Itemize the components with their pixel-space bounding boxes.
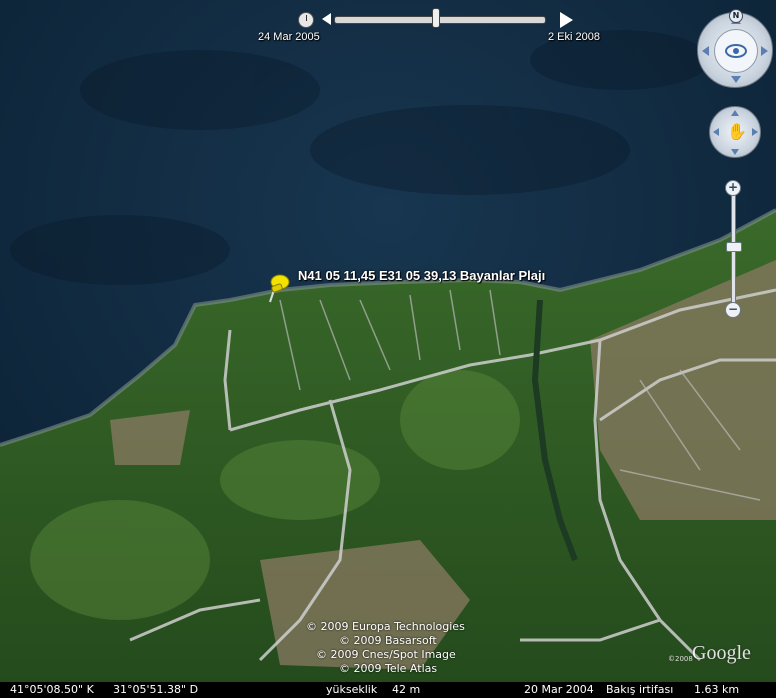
move-left-arrow-icon[interactable]: [713, 128, 719, 136]
map-viewport[interactable]: 24 Mar 2005 2 Eki 2008 N ✋ + − N41 05 11…: [0, 0, 776, 698]
copyright-line: © 2009 Tele Atlas: [339, 662, 438, 675]
eye-altitude-label: Bakış irtifası: [606, 683, 674, 696]
status-bar: 41°05'08.50" K 31°05'51.38" D yükseklik …: [0, 682, 776, 698]
copyright-line: © 2009 Cnes/Spot Image: [316, 648, 456, 661]
google-logo: Google: [692, 642, 751, 664]
logo-copyright: ©2008: [668, 655, 693, 663]
play-icon[interactable]: [560, 12, 573, 28]
clock-icon[interactable]: [298, 12, 314, 28]
time-start-label: 24 Mar 2005: [258, 31, 320, 43]
time-slider-handle[interactable]: [432, 8, 440, 28]
move-right-arrow-icon[interactable]: [752, 128, 758, 136]
eye-icon: [725, 44, 747, 58]
move-up-arrow-icon[interactable]: [731, 110, 739, 116]
satellite-imagery[interactable]: [0, 0, 776, 698]
eye-altitude-value: 1.63 km: [694, 683, 740, 696]
look-down-arrow-icon[interactable]: [731, 76, 741, 83]
move-down-arrow-icon[interactable]: [731, 149, 739, 155]
hand-icon: ✋: [727, 122, 747, 141]
north-button[interactable]: N: [729, 9, 743, 23]
time-slider-track[interactable]: [334, 16, 546, 24]
zoom-out-icon[interactable]: −: [725, 302, 741, 318]
look-center[interactable]: [714, 29, 758, 73]
look-left-arrow-icon[interactable]: [702, 46, 709, 56]
copyright-line: © 2009 Basarsoft: [339, 634, 437, 647]
imagery-date: 20 Mar 2004: [524, 683, 594, 696]
step-back-icon[interactable]: [322, 13, 331, 25]
elevation-value: 42 m: [392, 683, 421, 696]
look-control[interactable]: [697, 12, 773, 88]
zoom-slider-handle[interactable]: [726, 242, 742, 252]
time-end-label: 2 Eki 2008: [548, 31, 600, 43]
elevation-label: yükseklik: [326, 683, 378, 696]
look-right-arrow-icon[interactable]: [761, 46, 768, 56]
longitude-readout: 31°05'51.38" D: [113, 683, 199, 696]
latitude-readout: 41°05'08.50" K: [10, 683, 94, 696]
placemark-label[interactable]: N41 05 11,45 E31 05 39,13 Bayanlar Plajı: [298, 268, 545, 283]
zoom-in-icon[interactable]: +: [725, 180, 741, 196]
copyright-line: © 2009 Europa Technologies: [306, 620, 465, 633]
yellow-pushpin-icon[interactable]: [264, 270, 294, 304]
time-slider[interactable]: 24 Mar 2005 2 Eki 2008: [258, 6, 618, 46]
copyright-notice: © 2009 Europa Technologies © 2009 Basars…: [306, 620, 465, 676]
move-control[interactable]: ✋: [709, 106, 761, 158]
